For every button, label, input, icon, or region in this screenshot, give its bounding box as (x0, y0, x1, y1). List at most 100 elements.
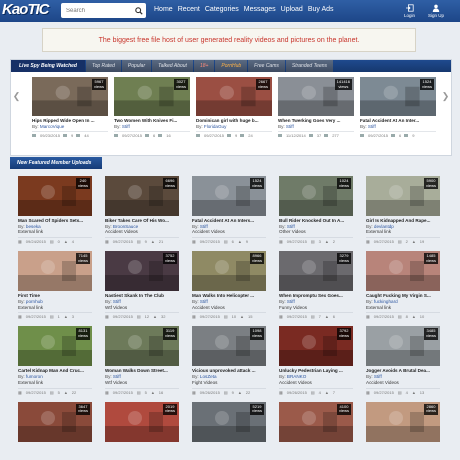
video-thumbnail[interactable]: 3792 views (279, 326, 353, 367)
author-link[interactable]: fumoron (26, 374, 43, 379)
video-thumbnail[interactable]: 5967 views (32, 77, 108, 116)
tab-free-cams[interactable]: Free Cams (248, 60, 285, 72)
author-link[interactable]: Stiff (368, 124, 376, 129)
video-thumbnail[interactable]: 141416 views (278, 77, 354, 116)
video-card[interactable]: 7145 views First Time By: pornhub External l… (18, 251, 92, 319)
video-category[interactable]: Accident Videos (192, 229, 266, 235)
video-thumbnail[interactable]: 3752 views (105, 251, 179, 292)
tab-popular[interactable]: Popular (121, 60, 152, 72)
author-link[interactable]: BroonSauce (113, 224, 138, 229)
next-arrow-icon[interactable]: ❯ (442, 78, 450, 115)
video-category[interactable]: Funny Videos (279, 305, 353, 311)
video-category[interactable]: Accident Videos (105, 229, 179, 235)
video-card[interactable]: 3792 views Unlucky Pedestrian Laying ... By… (279, 326, 353, 395)
tab-talked-about[interactable]: Talked About (152, 60, 193, 72)
video-thumbnail[interactable]: 1524 views (192, 176, 266, 216)
video-card[interactable]: 8966 views Man Walks Into Helicopter ... By… (192, 251, 266, 319)
video-card[interactable]: 8131 views Cartel Kidnap Man And Cruc... By… (18, 326, 92, 395)
video-card[interactable]: 3485 views Jogger Avoids A Brutal Dea... By… (366, 326, 440, 395)
video-card[interactable]: 1524 views Fatal Accident At An Inters... B… (192, 176, 266, 244)
tab-top-rated[interactable]: Top Rated (85, 60, 121, 72)
video-card[interactable]: 3279 views When Impromptu Sex Goes... By: S… (279, 251, 353, 319)
author-link[interactable]: fuckinghard (374, 299, 398, 304)
spy-video-card[interactable]: 5967 views Hips Ripped Wide Open In ... By:… (32, 77, 108, 138)
video-category[interactable]: Accident Videos (366, 380, 440, 386)
video-thumbnail[interactable]: 3027 views (114, 77, 190, 116)
author-link[interactable]: Stiff (113, 374, 121, 379)
video-card[interactable]: 3119 views Woman Walks Down Street... By: S… (105, 326, 179, 395)
video-thumbnail[interactable]: 3279 views (279, 251, 353, 292)
video-thumbnail[interactable]: 1524 views (360, 77, 436, 116)
video-thumbnail[interactable]: 5900 views (366, 176, 440, 216)
video-card[interactable]: 240 views Man Scared Of Spiders Sets... By:… (18, 176, 92, 244)
video-thumbnail[interactable]: 8131 views (18, 326, 92, 367)
spy-video-card[interactable]: 2667 views Dominican girl with huge b... By… (196, 77, 272, 138)
video-thumbnail[interactable]: 240 views (18, 176, 92, 216)
author-link[interactable]: Stiff (286, 124, 294, 129)
tab-live-spy[interactable]: Live Spy Being Watched (11, 60, 85, 72)
video-card[interactable]: 1485 views Caught Fucking My Virgin S... By… (366, 251, 440, 319)
tab-18plus[interactable]: 18+ (193, 60, 215, 72)
video-card[interactable]: 5900 views Girl Is Kidnapped And Rape... By… (366, 176, 440, 244)
video-thumbnail[interactable]: 8966 views (192, 251, 266, 292)
video-thumbnail[interactable]: 1485 views (366, 251, 440, 292)
search-icon[interactable] (133, 3, 145, 18)
video-thumbnail[interactable]: 4100 views (279, 401, 353, 442)
video-category[interactable]: External link (366, 229, 440, 235)
video-thumbnail[interactable]: 2019 views (105, 401, 179, 442)
author-link[interactable]: LosZeta (200, 374, 217, 379)
video-thumbnail[interactable]: 5219 views (192, 401, 266, 442)
video-thumbnail[interactable]: 2667 views (196, 77, 272, 116)
signup-button[interactable]: Sign Up (428, 2, 444, 18)
video-card[interactable]: 2019 views (105, 401, 179, 442)
video-thumbnail[interactable]: 2860 views (366, 401, 440, 442)
video-card[interactable]: 4100 views (279, 401, 353, 442)
author-link[interactable]: Stiff (200, 224, 208, 229)
author-link[interactable]: Stiff (113, 299, 121, 304)
video-card[interactable]: 3752 views Nastiest Skank In The Club By: S… (105, 251, 179, 319)
video-card[interactable]: 1024 views Bull Rider Knocked Out In A... B… (279, 176, 353, 244)
video-thumbnail[interactable]: 7145 views (18, 251, 92, 292)
video-category[interactable]: External link (18, 229, 92, 235)
nav-upload[interactable]: Upload (281, 6, 303, 13)
nav-home[interactable]: Home (154, 6, 173, 13)
video-category[interactable]: Wtf Videos (105, 305, 179, 311)
author-link[interactable]: Stiff (287, 299, 295, 304)
author-link[interactable]: Stiff (122, 124, 130, 129)
video-card[interactable]: 5219 views (192, 401, 266, 442)
video-card[interactable]: 2860 views (366, 401, 440, 442)
author-link[interactable]: Stiff (200, 299, 208, 304)
video-category[interactable]: Accident Videos (192, 305, 266, 311)
author-link[interactable]: BRANKO (287, 374, 306, 379)
video-thumbnail[interactable]: 6696 views (105, 176, 179, 216)
author-link[interactable]: beseka (26, 224, 41, 229)
tab-stranded-teens[interactable]: Stranded Teens (285, 60, 334, 72)
video-category[interactable]: External link (366, 305, 440, 311)
spy-video-card[interactable]: 3027 views Two Women With Knives Fi... By: … (114, 77, 190, 138)
author-link[interactable]: Stiff (374, 374, 382, 379)
author-link[interactable]: pornhub (26, 299, 43, 304)
spy-video-card[interactable]: 1524 views Fatal Accident At An Inter... By… (360, 77, 436, 138)
video-thumbnail[interactable]: 1024 views (279, 176, 353, 216)
site-logo[interactable]: KaoTIC (2, 1, 49, 18)
video-category[interactable]: Other Videos (279, 229, 353, 235)
author-link[interactable]: Stiff (287, 224, 295, 229)
video-category[interactable]: Fight Videos (192, 380, 266, 386)
video-category[interactable]: Accident Videos (279, 380, 353, 386)
video-category[interactable]: External link (18, 380, 92, 386)
video-card[interactable]: 1098 views Vicious unprovoked attack ... By… (192, 326, 266, 395)
nav-categories[interactable]: Categories (205, 6, 239, 13)
video-thumbnail[interactable]: 3119 views (105, 326, 179, 367)
author-link[interactable]: FloridaGuy (204, 124, 226, 129)
author-link[interactable]: MarcoVique (40, 124, 64, 129)
video-thumbnail[interactable]: 3647 views (18, 401, 92, 442)
video-category[interactable]: Wtf Videos (105, 380, 179, 386)
video-thumbnail[interactable]: 1098 views (192, 326, 266, 367)
nav-recent[interactable]: Recent (178, 6, 200, 13)
nav-messages[interactable]: Messages (244, 6, 276, 13)
prev-arrow-icon[interactable]: ❮ (13, 78, 21, 115)
login-button[interactable]: Login (404, 2, 415, 18)
video-thumbnail[interactable]: 3485 views (366, 326, 440, 367)
video-card[interactable]: 3647 views (18, 401, 92, 442)
author-link[interactable]: devlantdp (374, 224, 394, 229)
